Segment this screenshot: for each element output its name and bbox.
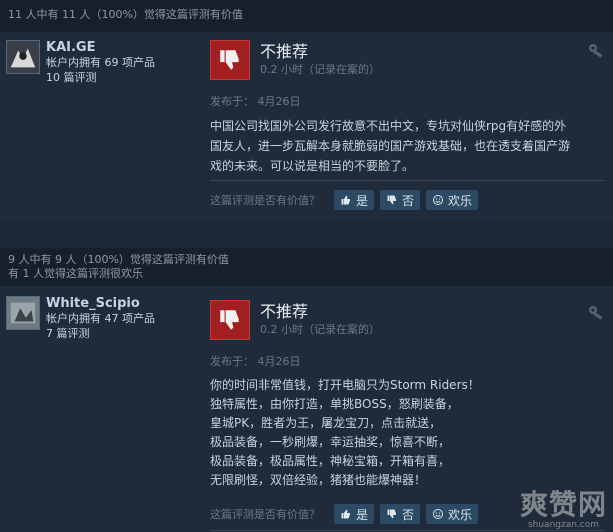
avatar[interactable] <box>6 40 40 74</box>
author-block[interactable]: White_Scipio 帐户内拥有 47 项产品 7 篇评测 <box>6 296 155 341</box>
vote-yes-button[interactable]: 是 <box>334 190 375 210</box>
gear-icon[interactable] <box>587 42 605 61</box>
review-count[interactable]: 7 篇评测 <box>46 326 155 341</box>
owned-products[interactable]: 帐户内拥有 47 项产品 <box>46 311 155 326</box>
funny-line: 有 1 人觉得这篇评测很欢乐 <box>8 267 143 280</box>
helpful-line: 9 人中有 9 人（100%）觉得这篇评测有价值 <box>8 253 229 266</box>
review-card: 11 人中有 11 人（100%）觉得这篇评测有价值 KAI.GE 帐户内拥有 … <box>0 0 613 222</box>
vote-funny-button[interactable]: 欢乐 <box>426 190 479 210</box>
smiley-icon <box>433 195 444 205</box>
helpful-summary: 9 人中有 9 人（100%）觉得这篇评测有价值 有 1 人觉得这篇评测很欢乐 <box>0 248 613 286</box>
vote-no-button[interactable]: 否 <box>380 504 421 524</box>
divider <box>210 180 605 181</box>
vote-question: 这篇评测是否有价值？ <box>210 508 320 521</box>
thumbs-down-icon <box>387 509 397 519</box>
review-text: 你的时间非常值钱，打开电脑只为Storm Riders！ 独特属性，由你打造，单… <box>210 376 600 490</box>
helpful-summary: 11 人中有 11 人（100%）觉得这篇评测有价值 <box>0 0 613 32</box>
posted-date: 发布于： 4月26日 <box>210 355 301 368</box>
helpful-line: 11 人中有 11 人（100%）觉得这篇评测有价值 <box>8 8 243 21</box>
vote-funny-button[interactable]: 欢乐 <box>426 504 479 524</box>
review-text-line: 你的时间非常值钱，打开电脑只为Storm Riders！ <box>210 378 480 392</box>
review-text-line: 国友人，进一步瓦解本身就脆弱的国产游戏基础，也在透支着国产游 <box>210 139 571 153</box>
verdict-header[interactable]: 不推荐 0.2 小时（记录在案的） <box>210 40 608 80</box>
vote-question: 这篇评测是否有价值？ <box>210 194 320 207</box>
verdict-title: 不推荐 <box>260 42 309 61</box>
author-name[interactable]: White_Scipio <box>46 296 155 311</box>
thumbs-down-icon <box>210 300 250 340</box>
review-text-line: 中国公司找国外公司发行故意不出中文，专坑对仙侠rpg有好感的外 <box>210 119 567 133</box>
playtime: 0.2 小时（记录在案的） <box>260 63 380 76</box>
review-text-line: 极品装备，极品属性，神秘宝箱，开箱有喜， <box>210 454 451 468</box>
vote-no-label: 否 <box>402 193 415 208</box>
author-block[interactable]: KAI.GE 帐户内拥有 69 项产品 10 篇评测 <box>6 40 155 85</box>
watermark-title: 爽赞网 <box>519 488 607 521</box>
author-name[interactable]: KAI.GE <box>46 40 155 55</box>
vote-yes-label: 是 <box>356 507 369 522</box>
gear-icon[interactable] <box>587 304 605 323</box>
avatar[interactable] <box>6 296 40 330</box>
owned-products[interactable]: 帐户内拥有 69 项产品 <box>46 55 155 70</box>
review-text-line: 皇城PK，胜者为王，屠龙宝刀，点击就送， <box>210 416 442 430</box>
watermark-url: shuangzan.com <box>527 520 600 530</box>
smiley-icon <box>433 509 444 519</box>
thumbs-down-icon <box>387 195 397 205</box>
review-body: KAI.GE 帐户内拥有 69 项产品 10 篇评测 不推荐 0.2 小时（记录… <box>0 32 613 222</box>
vote-no-button[interactable]: 否 <box>380 190 421 210</box>
playtime: 0.2 小时（记录在案的） <box>260 323 380 336</box>
vote-no-label: 否 <box>402 507 415 522</box>
review-text: 中国公司找国外公司发行故意不出中文，专坑对仙侠rpg有好感的外 国友人，进一步瓦… <box>210 116 600 176</box>
review-text-line: 独特属性，由你打造，单挑BOSS，怒刷装备， <box>210 397 459 411</box>
section-gap <box>0 222 613 248</box>
thumbs-up-icon <box>341 195 350 205</box>
vote-row: 这篇评测是否有价值？ 是 否 欢乐 <box>210 504 479 524</box>
divider <box>210 530 605 531</box>
watermark-logo: 爽赞网 shuangzan.com <box>519 488 607 531</box>
vote-funny-label: 欢乐 <box>448 193 473 208</box>
review-count[interactable]: 10 篇评测 <box>46 70 155 85</box>
posted-date: 发布于： 4月26日 <box>210 95 301 108</box>
vote-row: 这篇评测是否有价值？ 是 否 欢乐 <box>210 190 479 210</box>
review-text-line: 极品装备，一秒刷爆，幸运抽奖，惊喜不断， <box>210 435 451 449</box>
thumbs-up-icon <box>341 509 350 519</box>
thumbs-down-icon <box>210 40 250 80</box>
verdict-header[interactable]: 不推荐 0.2 小时（记录在案的） <box>210 300 608 340</box>
review-text-line: 戏的未来。可以说是相当的不要脸了。 <box>210 159 415 173</box>
vote-yes-button[interactable]: 是 <box>334 504 375 524</box>
verdict-title: 不推荐 <box>260 302 309 321</box>
vote-funny-label: 欢乐 <box>448 507 473 522</box>
vote-yes-label: 是 <box>356 193 369 208</box>
